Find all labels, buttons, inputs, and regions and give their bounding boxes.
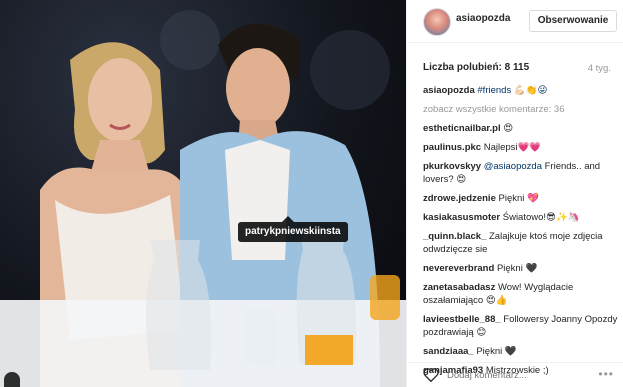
avatar[interactable] — [423, 8, 451, 36]
comment-item: _quinn.black_ Zalajkuje ktoś moje zdjęci… — [423, 230, 619, 256]
comment-item: estheticnailbar.pl 😍 — [423, 122, 619, 135]
post-photo[interactable]: patrykpniewskiinsta — [0, 0, 406, 387]
comment-text: Światowo!😎✨🦄 — [502, 212, 580, 223]
comment-username[interactable]: lavieestbelle_88_ — [423, 314, 501, 325]
comment-username[interactable]: estheticnailbar.pl — [423, 123, 501, 134]
view-all-comments-link[interactable]: zobacz wszystkie komentarze: 36 — [423, 103, 619, 116]
post-header: asiaopozda Obserwowanie — [407, 0, 623, 43]
comment-input[interactable] — [447, 367, 577, 383]
comment-text: Najlepsi💗💗 — [483, 142, 542, 153]
photo-illustration — [0, 10, 406, 387]
comment-username[interactable]: nevereverbrand — [423, 263, 494, 274]
author-username[interactable]: asiaopozda — [456, 13, 510, 24]
comment-text: 😍 — [503, 123, 514, 134]
comments-list: asiaopozda #friends 💪🏻👏😜 zobacz wszystki… — [423, 84, 619, 383]
comment-item: kasiakasusmoter Światowo!😎✨🦄 — [423, 211, 619, 224]
comment-item: paulinus.pkc Najlepsi💗💗 — [423, 141, 619, 154]
comment-username[interactable]: _quinn.black_ — [423, 231, 486, 242]
comment-username[interactable]: paulinus.pkc — [423, 142, 481, 153]
caption-text[interactable]: #friends 💪🏻👏😜 — [477, 85, 547, 96]
post-time[interactable]: 4 tyg. — [588, 63, 611, 74]
comment-item: lavieestbelle_88_ Followersy Joanny Opoz… — [423, 313, 619, 339]
comment-item: nevereverbrand Piękni 🖤 — [423, 262, 619, 275]
comment-item: zdrowe.jedzenie Piękni 💖 — [423, 192, 619, 205]
heart-icon[interactable] — [423, 368, 439, 382]
tagged-people-icon[interactable] — [4, 372, 20, 387]
comment-item: zanetasabadasz Wow! Wyglądacie oszałamia… — [423, 281, 619, 307]
comment-footer: ••• — [407, 362, 623, 387]
caption: asiaopozda #friends 💪🏻👏😜 — [423, 84, 619, 97]
comment-username[interactable]: kasiakasusmoter — [423, 212, 500, 223]
more-options-icon[interactable]: ••• — [598, 367, 614, 381]
comment-text: Piękni 🖤 — [496, 263, 538, 274]
tagged-user-label[interactable]: patrykpniewskiinsta — [238, 222, 348, 242]
post-details-panel: asiaopozda Obserwowanie Liczba polubień:… — [406, 0, 623, 387]
comment-username[interactable]: pkurkovskyy — [423, 161, 481, 172]
follow-button[interactable]: Obserwowanie — [529, 10, 617, 32]
comment-username[interactable]: sandziaaa_ — [423, 346, 474, 357]
comment-text: Piękni 💖 — [498, 193, 539, 204]
comment-username[interactable]: zanetasabadasz — [423, 282, 495, 293]
comment-item: pkurkovskyy @asiaopozda Friends.. and lo… — [423, 160, 619, 186]
likes-count[interactable]: Liczba polubień: 8 115 — [423, 62, 529, 73]
comment-mention[interactable]: @asiaopozda — [484, 161, 542, 172]
comment-text: Piękni 🖤 — [476, 346, 517, 357]
comment-item: sandziaaa_ Piękni 🖤 — [423, 345, 619, 358]
comment-username[interactable]: zdrowe.jedzenie — [423, 193, 496, 204]
caption-username[interactable]: asiaopozda — [423, 85, 475, 96]
